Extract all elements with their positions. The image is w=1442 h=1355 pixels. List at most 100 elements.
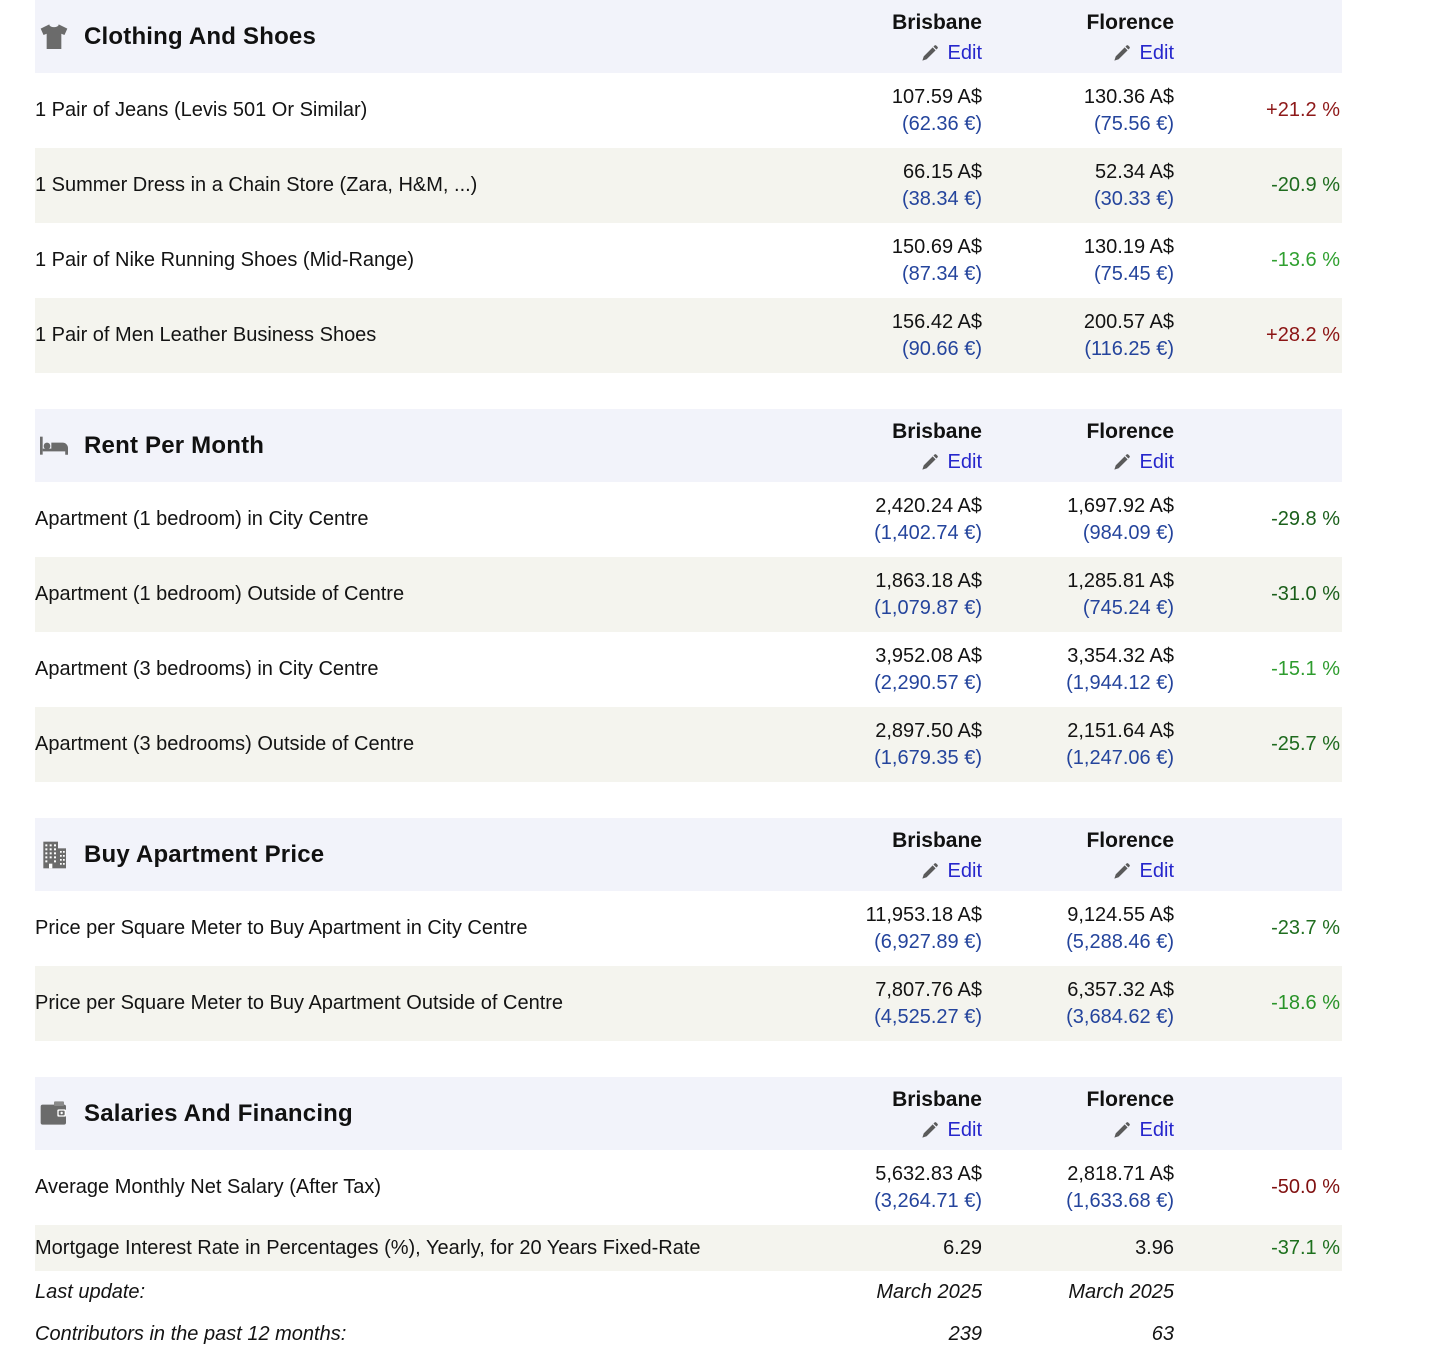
table-row: Apartment (3 bedrooms) Outside of Centre… [35,707,1342,782]
brisbane-column-header: Brisbane Edit [790,1086,982,1142]
wallet-icon [38,1098,70,1130]
table-row: Price per Square Meter to Buy Apartment … [35,891,1342,966]
footer-row-last-update: Last update: March 2025 March 2025 [35,1271,1342,1313]
edit-florence-link[interactable]: Edit [1112,1119,1174,1142]
edit-label: Edit [948,451,982,474]
city-name-florence: Florence [1086,829,1174,853]
brisbane-value-cell: 11,953.18 A$ (6,927.89 €) [790,902,982,956]
brisbane-amount: 3,952.08 A$ [790,643,982,670]
pencil-icon [1112,862,1131,881]
florence-value-cell: 200.57 A$ (116.25 €) [982,309,1174,363]
brisbane-column-header: Brisbane Edit [790,9,982,65]
florence-value-cell: 2,151.64 A$ (1,247.06 €) [982,718,1174,772]
section-salaries: Salaries And Financing Brisbane Edit Flo… [35,1077,1342,1355]
florence-value-cell: 1,285.81 A$ (745.24 €) [982,568,1174,622]
brisbane-euro-amount: (38.34 €) [790,186,982,213]
florence-amount: 3,354.32 A$ [982,643,1174,670]
brisbane-last-update: March 2025 [790,1279,982,1306]
difference-percent: -23.7 % [1271,917,1340,939]
table-row: Price per Square Meter to Buy Apartment … [35,966,1342,1041]
florence-value-cell: 6,357.32 A$ (3,684.62 €) [982,977,1174,1031]
brisbane-amount: 156.42 A$ [790,309,982,336]
section-header: Salaries And Financing Brisbane Edit Flo… [35,1077,1342,1150]
edit-florence-link[interactable]: Edit [1112,860,1174,883]
difference-percent: -15.1 % [1271,658,1340,680]
item-label: Average Monthly Net Salary (After Tax) [35,1176,790,1199]
pencil-icon [920,453,939,472]
edit-florence-link[interactable]: Edit [1112,42,1174,65]
florence-euro-amount: (1,633.68 €) [982,1188,1174,1215]
table-row: 1 Summer Dress in a Chain Store (Zara, H… [35,148,1342,223]
florence-euro-amount: (75.56 €) [982,111,1174,138]
florence-amount: 1,285.81 A$ [982,568,1174,595]
florence-amount: 200.57 A$ [982,309,1174,336]
florence-amount: 2,818.71 A$ [982,1161,1174,1188]
florence-euro-amount: (745.24 €) [982,595,1174,622]
florence-value-cell: 130.36 A$ (75.56 €) [982,84,1174,138]
brisbane-value-cell: 6.29 [790,1235,982,1262]
florence-euro-amount: (5,288.46 €) [982,929,1174,956]
difference-percent: -50.0 % [1271,1176,1340,1198]
pencil-icon [920,862,939,881]
edit-label: Edit [948,1119,982,1142]
brisbane-amount: 6.29 [790,1235,982,1262]
florence-column-header: Florence Edit [982,9,1174,65]
brisbane-euro-amount: (3,264.71 €) [790,1188,982,1215]
edit-brisbane-link[interactable]: Edit [920,1119,982,1142]
florence-column-header: Florence Edit [982,418,1174,474]
florence-amount: 52.34 A$ [982,159,1174,186]
difference-percent: -25.7 % [1271,733,1340,755]
difference-percent: -13.6 % [1271,249,1340,271]
pencil-icon [1112,453,1131,472]
item-label: Apartment (3 bedrooms) in City Centre [35,658,790,681]
item-label: Mortgage Interest Rate in Percentages (%… [35,1237,790,1260]
brisbane-contributors: 239 [790,1321,982,1348]
section-buy-apartment: Buy Apartment Price Brisbane Edit Floren… [35,818,1342,1041]
item-label: 1 Pair of Jeans (Levis 501 Or Similar) [35,99,790,122]
florence-last-update: March 2025 [982,1279,1174,1306]
pencil-icon [920,1121,939,1140]
item-label: 1 Summer Dress in a Chain Store (Zara, H… [35,174,790,197]
section-title: Buy Apartment Price [84,841,324,869]
florence-value-cell: 3,354.32 A$ (1,944.12 €) [982,643,1174,697]
contributors-label: Contributors in the past 12 months: [35,1323,790,1346]
florence-value-cell: 130.19 A$ (75.45 €) [982,234,1174,288]
brisbane-amount: 11,953.18 A$ [790,902,982,929]
difference-percent: -18.6 % [1271,992,1340,1014]
florence-column-header: Florence Edit [982,827,1174,883]
edit-label: Edit [948,860,982,883]
florence-amount: 2,151.64 A$ [982,718,1174,745]
cost-comparison-table: Clothing And Shoes Brisbane Edit Florenc… [35,0,1342,1355]
brisbane-euro-amount: (1,079.87 €) [790,595,982,622]
last-update-label: Last update: [35,1281,790,1304]
brisbane-amount: 5,632.83 A$ [790,1161,982,1188]
difference-percent: -37.1 % [1271,1237,1340,1259]
pencil-icon [920,44,939,63]
section-header: Clothing And Shoes Brisbane Edit Florenc… [35,0,1342,73]
item-label: 1 Pair of Nike Running Shoes (Mid-Range) [35,249,790,272]
edit-brisbane-link[interactable]: Edit [920,451,982,474]
brisbane-column-header: Brisbane Edit [790,827,982,883]
difference-percent: -31.0 % [1271,583,1340,605]
florence-euro-amount: (984.09 €) [982,520,1174,547]
brisbane-value-cell: 2,420.24 A$ (1,402.74 €) [790,493,982,547]
bed-icon [38,430,70,462]
edit-brisbane-link[interactable]: Edit [920,860,982,883]
brisbane-amount: 66.15 A$ [790,159,982,186]
edit-florence-link[interactable]: Edit [1112,451,1174,474]
florence-euro-amount: (3,684.62 €) [982,1004,1174,1031]
item-label: Apartment (3 bedrooms) Outside of Centre [35,733,790,756]
edit-label: Edit [1140,451,1174,474]
edit-brisbane-link[interactable]: Edit [920,42,982,65]
item-label: Apartment (1 bedroom) Outside of Centre [35,583,790,606]
city-name-brisbane: Brisbane [892,829,982,853]
pencil-icon [1112,1121,1131,1140]
section-title: Rent Per Month [84,432,264,460]
difference-percent: +21.2 % [1266,99,1340,121]
section-rent: Rent Per Month Brisbane Edit Florence Ed… [35,409,1342,782]
table-row: 1 Pair of Men Leather Business Shoes 156… [35,298,1342,373]
city-name-florence: Florence [1086,1088,1174,1112]
table-row: Apartment (3 bedrooms) in City Centre 3,… [35,632,1342,707]
table-row: Mortgage Interest Rate in Percentages (%… [35,1225,1342,1271]
florence-amount: 1,697.92 A$ [982,493,1174,520]
